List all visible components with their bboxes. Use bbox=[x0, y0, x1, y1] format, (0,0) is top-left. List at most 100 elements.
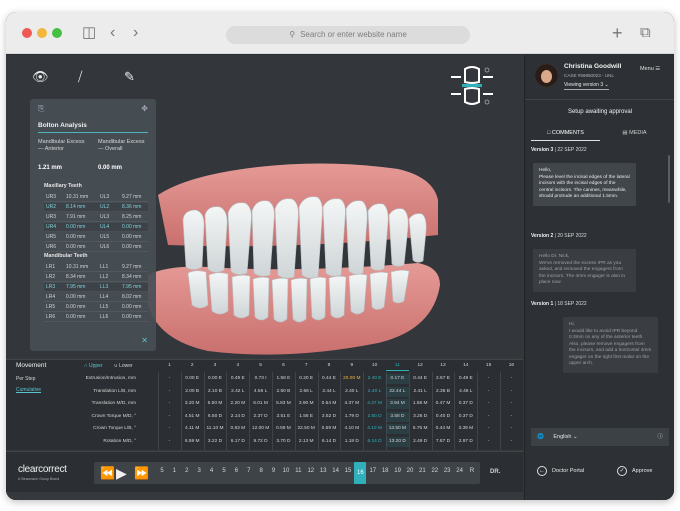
bolton-row: LR6 0.00 mm LL6 0.00 mm bbox=[44, 313, 148, 322]
stage-marker[interactable]: 11 bbox=[292, 468, 304, 474]
stage-marker[interactable]: 6 bbox=[230, 468, 242, 474]
case-number: CASE #59850023 - UNL bbox=[564, 73, 615, 78]
stage-marker[interactable]: R bbox=[466, 468, 478, 474]
table-cell: 0.20 E bbox=[299, 376, 314, 381]
stage-marker[interactable]: 16 bbox=[354, 462, 367, 484]
doctor-portal-button[interactable]: ← Doctor Portal bbox=[537, 455, 584, 487]
table-cell: 2.41 L bbox=[413, 388, 427, 394]
menu-button[interactable]: Menu ☰ bbox=[640, 66, 660, 72]
stage-marker[interactable]: 5 bbox=[218, 468, 230, 474]
table-cell: 3.22 D bbox=[207, 439, 223, 444]
bolton-cell: 8.34 mm bbox=[66, 274, 86, 280]
bolton-cell: UL3 bbox=[100, 214, 110, 220]
eye-icon[interactable]: 👁 bbox=[32, 69, 49, 85]
approve-button[interactable]: ✓ Approve bbox=[617, 455, 653, 487]
forward-icon[interactable]: › bbox=[133, 24, 138, 42]
check-icon: ✓ bbox=[617, 465, 627, 476]
table-cell: 0.83 M bbox=[230, 426, 246, 432]
table-cell: 2.44 L bbox=[322, 388, 336, 394]
stage-marker[interactable]: 23 bbox=[441, 468, 453, 474]
browser-toolbar: ◫ ‹ › ⚲ Search or enter website name + ⧉ bbox=[6, 12, 674, 54]
address-bar[interactable]: ⚲ Search or enter website name bbox=[226, 26, 470, 44]
upper-toggle[interactable]: ∩ Upper bbox=[84, 361, 103, 371]
stage-marker[interactable]: 20 bbox=[404, 468, 416, 474]
stage-marker[interactable]: 4 bbox=[206, 468, 218, 474]
table-cell: 22.50 M bbox=[297, 426, 315, 432]
stage-marker[interactable]: 18 bbox=[379, 468, 391, 474]
3d-viewport[interactable]: 👁 ⧸ ✎ ⎘ ✥ Bolton Analysis Mandibular Exc… bbox=[6, 55, 523, 358]
row-label: Translation M/D, mm bbox=[91, 401, 136, 407]
table-cell: - bbox=[487, 426, 490, 432]
stage-marker[interactable]: 1 bbox=[168, 468, 180, 474]
overall-label: Mandibular Excess— Overall bbox=[98, 139, 145, 152]
chevron-down-icon: ⌄ bbox=[604, 82, 609, 88]
drag-handle-icon[interactable]: ✥ bbox=[141, 104, 148, 113]
comments-scrollbar[interactable] bbox=[668, 155, 670, 203]
rewind-icon[interactable]: ⏪ bbox=[100, 464, 115, 482]
table-cell: - bbox=[510, 376, 513, 381]
comment-bubble: Hi, I would like to avoid IPR beyond 0.3… bbox=[563, 317, 658, 373]
dental-model[interactable] bbox=[148, 155, 448, 365]
table-cell: 3.90 M bbox=[298, 401, 314, 407]
table-cell: 2.00 B bbox=[185, 388, 200, 394]
stage-marker[interactable]: 22 bbox=[429, 468, 441, 474]
bolton-cell: 8.02 mm bbox=[122, 294, 142, 300]
table-cell: 6.75 M bbox=[412, 426, 428, 432]
bolton-row: LR3 7.95 mm LL3 7.95 mm bbox=[44, 283, 148, 292]
stage-marker[interactable]: 13 bbox=[317, 468, 329, 474]
title-divider bbox=[38, 132, 148, 133]
table-cell: 0.73 I bbox=[254, 376, 267, 381]
view-orientation-icon[interactable] bbox=[447, 65, 497, 107]
bolton-cell: 0.00 mm bbox=[122, 234, 142, 240]
tab-comments[interactable]: □ COMMENTS bbox=[531, 125, 600, 141]
stage-marker[interactable]: 17 bbox=[367, 468, 379, 474]
close-icon[interactable]: ✕ bbox=[141, 336, 148, 345]
stage-player: ⏪ ▶ ⏩ 5 1 2 3 4 5 6 7 8 9 10 11 12 13 14 15 16 17 18 19 20 21… bbox=[94, 462, 480, 484]
fast-forward-icon[interactable]: ⏩ bbox=[134, 464, 149, 482]
stage-marker[interactable]: 14 bbox=[330, 468, 342, 474]
version-select[interactable]: Viewing version 3 ⌄ bbox=[564, 82, 609, 90]
back-icon[interactable]: ‹ bbox=[110, 24, 115, 42]
stage-marker[interactable]: 24 bbox=[454, 468, 466, 474]
table-cell: 1.56 E bbox=[299, 413, 314, 419]
stage-marker[interactable]: 12 bbox=[305, 468, 317, 474]
tab-media-label: MEDIA bbox=[629, 130, 647, 136]
close-window-button[interactable] bbox=[22, 28, 32, 38]
stage-marker[interactable]: 8 bbox=[255, 468, 267, 474]
new-tab-icon[interactable]: + bbox=[612, 24, 623, 42]
bolton-row: UR3 10.31 mm UL3 9.27 mm bbox=[44, 193, 148, 202]
sidebar-toggle-icon[interactable]: ◫ bbox=[82, 24, 96, 42]
stage-marker[interactable]: 2 bbox=[181, 468, 193, 474]
stage-marker[interactable]: 15 bbox=[342, 468, 354, 474]
play-icon[interactable]: ▶ bbox=[116, 464, 127, 482]
info-icon[interactable]: ⓘ bbox=[657, 428, 663, 446]
bolton-cell: 0.00 mm bbox=[66, 294, 86, 300]
table-cell: 4.51 M bbox=[184, 413, 200, 419]
comment-bubble: Hello Dr. Nick, We've removed the excess… bbox=[533, 249, 636, 292]
stage-marker[interactable]: 9 bbox=[268, 468, 280, 474]
table-cell: 4.37 M bbox=[367, 401, 382, 407]
ruler-icon[interactable]: ⧸ bbox=[78, 69, 82, 85]
stage-marker[interactable]: 19 bbox=[392, 468, 404, 474]
stage-marker[interactable]: 3 bbox=[193, 468, 205, 474]
tabs-overview-icon[interactable]: ⧉ bbox=[640, 24, 651, 42]
comment-tabs: □ COMMENTS ▤ MEDIA bbox=[531, 125, 669, 141]
table-cell: 13.50 M bbox=[386, 424, 409, 435]
stage-marker[interactable]: 10 bbox=[280, 468, 292, 474]
table-cell: 6.17 D bbox=[230, 439, 245, 444]
table-cell: - bbox=[168, 426, 171, 432]
stage-marker[interactable]: 5 bbox=[156, 468, 168, 474]
stage-marker[interactable]: 21 bbox=[416, 468, 428, 474]
bolton-cell: UL2 bbox=[100, 204, 110, 210]
table-cell: 0.49 E bbox=[230, 376, 245, 381]
stage-marker[interactable]: 7 bbox=[243, 468, 255, 474]
tab-media[interactable]: ▤ MEDIA bbox=[600, 125, 669, 141]
avatar[interactable] bbox=[535, 64, 558, 87]
bolton-title: Bolton Analysis bbox=[38, 122, 87, 129]
bolton-cell: 0.00 mm bbox=[122, 224, 142, 230]
pencil-icon[interactable]: ✎ bbox=[124, 69, 135, 85]
language-select[interactable]: 🌐 English ⌄ ⓘ bbox=[531, 428, 669, 446]
minimize-window-button[interactable] bbox=[37, 28, 47, 38]
maximize-window-button[interactable] bbox=[52, 28, 62, 38]
lower-toggle[interactable]: ∪ Lower bbox=[114, 361, 133, 371]
